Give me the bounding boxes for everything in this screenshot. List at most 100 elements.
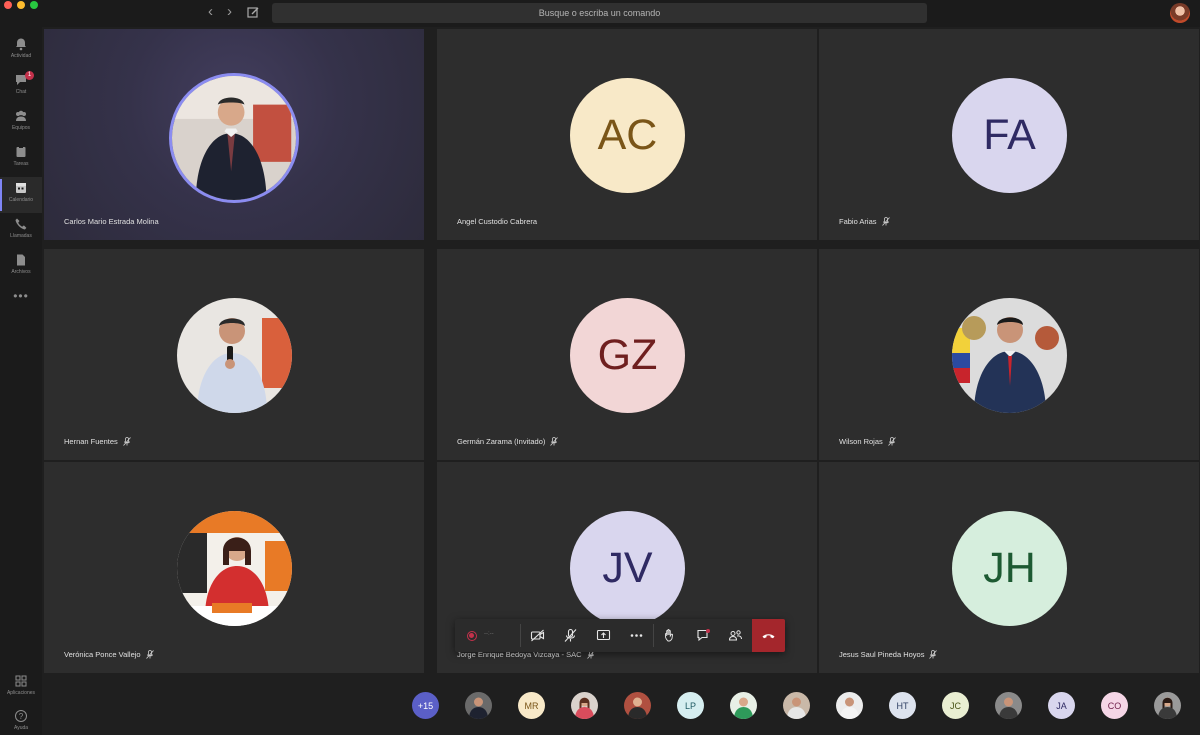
rail-item-files[interactable]: Archivos bbox=[0, 249, 42, 285]
video-tile[interactable]: AC Angel Custodio Cabrera bbox=[437, 29, 817, 240]
profile-avatar[interactable] bbox=[1170, 3, 1190, 23]
participant-avatar[interactable] bbox=[730, 692, 757, 719]
call-controls-bar: --:-- bbox=[455, 619, 785, 652]
person-photo-icon bbox=[952, 298, 1067, 413]
participant-name-text: Carlos Mario Estrada Molina bbox=[64, 217, 159, 226]
minimize-window-button[interactable] bbox=[17, 1, 25, 9]
participant-name: Fabio Arias bbox=[839, 217, 890, 226]
rail-item-label: Chat bbox=[15, 89, 27, 95]
rail-item-tasks[interactable]: Tareas bbox=[0, 141, 42, 177]
participant-name: Hernan Fuentes bbox=[64, 437, 131, 446]
video-tile[interactable]: GZ Germán Zarama (Invitado) bbox=[437, 249, 817, 460]
rail-item-calls[interactable]: Llamadas bbox=[0, 213, 42, 249]
camera-toggle-button[interactable] bbox=[521, 619, 554, 652]
teams-meeting-window: ‹ › Busque o escriba un comando Activida… bbox=[0, 0, 1200, 735]
participant-name-text: Jesus Saul Pineda Hoyos bbox=[839, 650, 925, 659]
participant-name-text: Fabio Arias bbox=[839, 217, 877, 226]
app-rail: Actividad 1 Chat Equipos Tareas Calendar… bbox=[0, 27, 42, 735]
rail-item-apps[interactable]: Aplicaciones bbox=[0, 670, 42, 706]
participant-avatar[interactable]: HT bbox=[889, 692, 916, 719]
avatar-initials: CO bbox=[1107, 700, 1122, 711]
rail-item-help[interactable]: ? Ayuda bbox=[0, 705, 42, 735]
files-icon bbox=[17, 254, 25, 266]
more-dots-icon bbox=[630, 634, 643, 637]
person-photo-icon bbox=[571, 692, 598, 719]
participant-avatar[interactable] bbox=[624, 692, 651, 719]
participant-name: Wilson Rojas bbox=[839, 437, 896, 446]
rail-item-chat[interactable]: 1 Chat bbox=[0, 69, 42, 105]
close-window-button[interactable] bbox=[4, 1, 12, 9]
search-command-box[interactable]: Busque o escriba un comando bbox=[272, 3, 927, 23]
participant-avatar[interactable] bbox=[571, 692, 598, 719]
participant-name-text: Verónica Ponce Vallejo bbox=[64, 650, 141, 659]
video-tile[interactable]: Wilson Rojas bbox=[819, 249, 1199, 460]
tasks-icon bbox=[16, 146, 26, 157]
video-tile[interactable]: JH Jesus Saul Pineda Hoyos bbox=[819, 462, 1199, 673]
participant-avatar[interactable] bbox=[836, 692, 863, 719]
participant-photo bbox=[169, 73, 299, 203]
mic-off-icon bbox=[550, 437, 559, 446]
rail-item-label: Calendario bbox=[8, 197, 34, 203]
participant-photo bbox=[177, 511, 292, 626]
participant-name-text: Angel Custodio Cabrera bbox=[457, 217, 538, 226]
participant-avatar[interactable] bbox=[783, 692, 810, 719]
avatar-initials: LP bbox=[684, 700, 696, 711]
compose-icon[interactable] bbox=[247, 6, 260, 19]
participant-avatar[interactable]: JC bbox=[942, 692, 969, 719]
participant-avatar: FA bbox=[952, 78, 1067, 193]
participant-avatar: GZ bbox=[570, 298, 685, 413]
more-options-button[interactable] bbox=[620, 619, 653, 652]
camera-off-icon bbox=[530, 629, 545, 642]
video-tile[interactable]: Hernan Fuentes bbox=[44, 249, 424, 460]
person-photo-icon bbox=[730, 692, 757, 719]
avatar-initials: AC bbox=[597, 111, 658, 159]
conversation-icon bbox=[697, 629, 710, 642]
participant-strip: +15 MR LP HT JC JA CO bbox=[42, 675, 1200, 735]
participant-avatar[interactable]: LP bbox=[677, 692, 704, 719]
title-bar: ‹ › Busque o escriba un comando bbox=[0, 0, 1200, 27]
phone-icon bbox=[15, 218, 27, 230]
show-participants-button[interactable] bbox=[719, 619, 752, 652]
participant-name: Jesus Saul Pineda Hoyos bbox=[839, 650, 938, 659]
person-photo-icon bbox=[172, 76, 296, 200]
participant-avatar[interactable]: JA bbox=[1048, 692, 1075, 719]
rail-item-label: Tareas bbox=[13, 161, 29, 167]
participants-icon bbox=[728, 630, 742, 641]
mic-off-icon bbox=[881, 217, 890, 226]
avatar-initials: MR bbox=[524, 700, 539, 711]
more-apps-button[interactable]: ••• bbox=[0, 289, 42, 303]
overflow-count: +15 bbox=[417, 700, 434, 711]
video-tile[interactable]: Verónica Ponce Vallejo bbox=[44, 462, 424, 673]
maximize-window-button[interactable] bbox=[30, 1, 38, 9]
participant-avatar: AC bbox=[570, 78, 685, 193]
participant-avatar[interactable]: MR bbox=[518, 692, 545, 719]
mic-off-icon bbox=[122, 437, 131, 446]
rail-item-calendar[interactable]: Calendario bbox=[0, 177, 42, 213]
rail-item-label: Aplicaciones bbox=[6, 690, 36, 696]
record-icon bbox=[466, 630, 477, 641]
participant-avatar[interactable] bbox=[995, 692, 1022, 719]
back-arrow-icon[interactable]: ‹ bbox=[208, 4, 213, 20]
video-tile[interactable]: FA Fabio Arias bbox=[819, 29, 1199, 240]
participant-avatar[interactable] bbox=[465, 692, 492, 719]
participant-avatar[interactable] bbox=[1154, 692, 1181, 719]
mic-toggle-button[interactable] bbox=[554, 619, 587, 652]
rail-item-teams[interactable]: Equipos bbox=[0, 105, 42, 141]
share-screen-button[interactable] bbox=[587, 619, 620, 652]
raise-hand-button[interactable] bbox=[654, 619, 687, 652]
rail-item-label: Equipos bbox=[11, 125, 31, 131]
participant-name-text: Germán Zarama (Invitado) bbox=[457, 437, 546, 446]
show-conversation-button[interactable] bbox=[687, 619, 720, 652]
person-photo-icon bbox=[995, 692, 1022, 719]
mic-off-icon bbox=[887, 437, 896, 446]
more-participants-button[interactable]: +15 bbox=[412, 692, 439, 719]
participant-avatar[interactable]: CO bbox=[1101, 692, 1128, 719]
rail-item-label: Actividad bbox=[10, 53, 32, 59]
svg-text:?: ? bbox=[19, 712, 24, 721]
rail-item-activity[interactable]: Actividad bbox=[0, 33, 42, 69]
forward-arrow-icon[interactable]: › bbox=[227, 4, 232, 20]
chat-unread-badge: 1 bbox=[25, 71, 34, 80]
video-tile[interactable]: Carlos Mario Estrada Molina bbox=[44, 29, 424, 240]
mic-off-icon bbox=[929, 650, 938, 659]
hang-up-button[interactable] bbox=[752, 619, 785, 652]
